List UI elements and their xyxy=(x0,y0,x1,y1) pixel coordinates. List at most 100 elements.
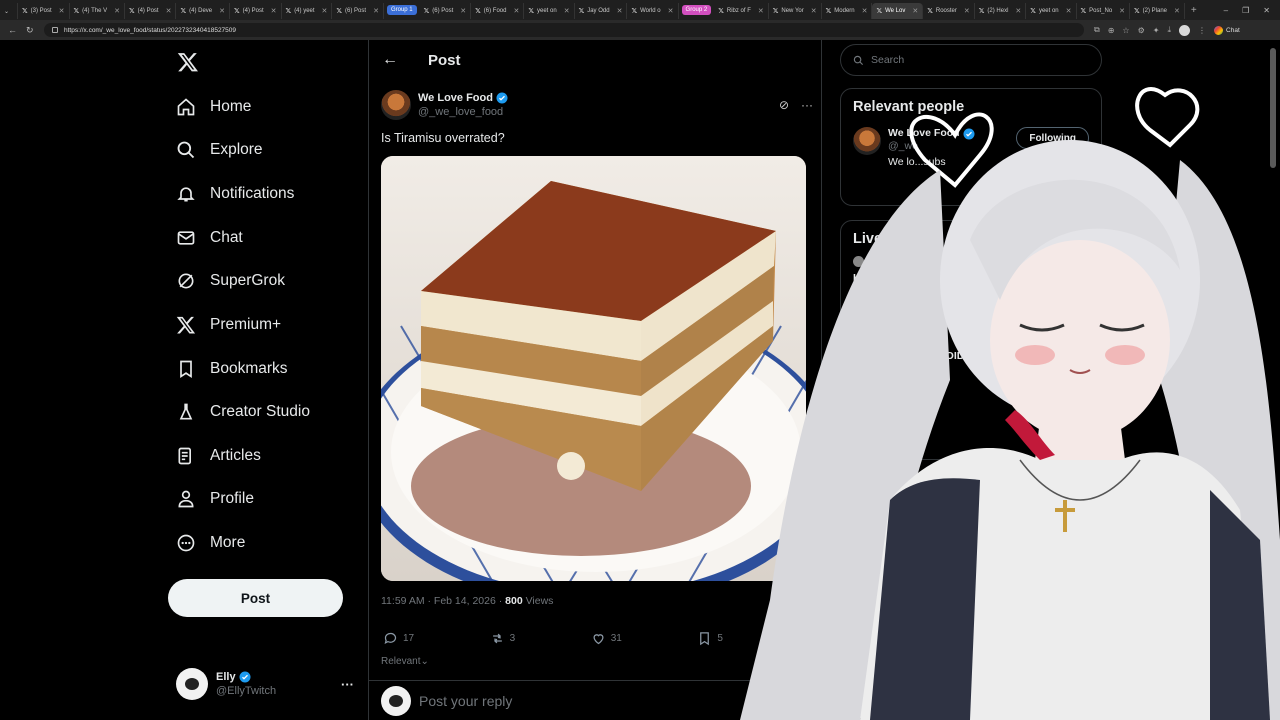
close-tab-icon[interactable]: ✕ xyxy=(1066,7,1072,15)
extension-icon[interactable]: ⚙ xyxy=(1138,26,1145,35)
browser-tab[interactable]: 𝕏 New Yor ✕ xyxy=(769,3,822,19)
sidebar-item-more[interactable]: More xyxy=(176,528,245,558)
close-tab-icon[interactable]: ✕ xyxy=(964,7,970,15)
back-icon[interactable]: ← xyxy=(8,25,17,36)
sidebar-item-home[interactable]: Home xyxy=(176,92,251,122)
browser-tab[interactable]: 𝕏 (2) Plane ✕ xyxy=(1130,3,1185,19)
browser-tab[interactable]: 𝕏 Ribz of F ✕ xyxy=(714,3,769,19)
close-tab-icon[interactable]: ✕ xyxy=(912,7,918,15)
sidebar-item-explore[interactable]: Explore xyxy=(176,135,263,165)
reply-input[interactable] xyxy=(419,692,719,709)
back-arrow-icon[interactable]: ← xyxy=(382,51,398,69)
browser-tab[interactable]: 𝕏 (4) Post ✕ xyxy=(230,3,282,19)
sidebar-item-chat[interactable]: Chat xyxy=(176,223,243,253)
browser-tab[interactable]: 𝕏yeet on ✕ xyxy=(524,3,575,19)
sidebar-item-premium[interactable]: Premium+ xyxy=(176,310,281,340)
install-icon[interactable]: ⧉ xyxy=(1094,25,1100,35)
close-tab-icon[interactable]: ✕ xyxy=(271,7,277,15)
search-input[interactable]: Search xyxy=(840,44,1102,76)
browser-tab[interactable]: 𝕏 World o ✕ xyxy=(627,3,679,19)
sidebar-item-articles[interactable]: Articles xyxy=(176,441,261,471)
close-window-icon[interactable]: ✕ xyxy=(1263,6,1270,15)
close-tab-icon[interactable]: ✕ xyxy=(811,7,817,15)
like-button[interactable]: 31 xyxy=(591,631,622,646)
post-image[interactable] xyxy=(381,156,806,581)
sidebar-item-profile[interactable]: Profile xyxy=(176,484,254,514)
view-quotes-link[interactable]: View q xyxy=(781,656,811,667)
close-tab-icon[interactable]: ✕ xyxy=(1015,7,1021,15)
reply-button[interactable]: 17 xyxy=(383,631,414,646)
tab-group-1-chip[interactable]: Group 1 xyxy=(386,5,417,15)
author-avatar[interactable] xyxy=(381,90,411,120)
new-tab-button[interactable]: + xyxy=(1185,5,1203,16)
puzzle-icon[interactable]: ✦ xyxy=(1153,26,1160,35)
page-scrollbar[interactable] xyxy=(1270,48,1276,168)
download-icon[interactable]: ⤓ xyxy=(1167,25,1171,35)
live-item[interactable]: Dan High q xyxy=(841,247,1101,286)
close-tab-icon[interactable]: ✕ xyxy=(1174,7,1180,15)
sidebar-item-label: Chat xyxy=(210,229,243,246)
close-tab-icon[interactable]: ✕ xyxy=(617,7,623,15)
close-tab-icon[interactable]: ✕ xyxy=(460,7,466,15)
close-tab-icon[interactable]: ✕ xyxy=(322,7,328,15)
more-dots-icon[interactable]: ··· xyxy=(801,98,813,112)
sidebar-item-notifications[interactable]: Notifications xyxy=(176,179,294,209)
site-info-icon[interactable] xyxy=(52,27,58,33)
close-tab-icon[interactable]: ✕ xyxy=(59,7,65,15)
star-icon[interactable]: ☆ xyxy=(1122,26,1129,35)
sidebar-item-bookmarks[interactable]: Bookmarks xyxy=(176,354,288,384)
close-tab-icon[interactable]: ✕ xyxy=(373,7,379,15)
relevant-person-row[interactable]: We Love Food @_we We lo...subs Following xyxy=(841,115,1101,169)
author-name-row[interactable]: We Love Food xyxy=(418,91,508,105)
bookmark-button[interactable]: 5 xyxy=(697,631,723,646)
browser-tab[interactable]: 𝕏yeet on ✕ xyxy=(1026,3,1077,19)
live-item[interactable]: ...ing ...na 🤍🎧 NTE ...VOID - ... xyxy=(841,325,1101,364)
browser-tab[interactable]: 𝕏 (4) Deve ✕ xyxy=(176,3,231,19)
close-tab-icon[interactable]: ✕ xyxy=(1119,7,1125,15)
post-button[interactable]: Post xyxy=(168,579,343,617)
browser-tab[interactable]: 𝕏 (6) Post ✕ xyxy=(332,3,384,19)
browser-tab[interactable]: 𝕏 Post_No ✕ xyxy=(1077,3,1131,19)
account-switcher[interactable]: Elly @EllyTwitch ··· xyxy=(176,664,358,704)
sidebar-item-supergrok[interactable]: SuperGrok xyxy=(176,266,285,296)
close-tab-icon[interactable]: ✕ xyxy=(668,7,674,15)
post-timestamp[interactable]: 11:59 AM · Feb 14, 2026 · xyxy=(381,595,505,607)
x-logo-icon[interactable] xyxy=(177,51,199,73)
tab-list-button[interactable]: ⌄ xyxy=(0,3,18,19)
menu-icon[interactable]: ⋮ xyxy=(1198,26,1206,35)
close-tab-icon[interactable]: ✕ xyxy=(166,7,172,15)
maximize-icon[interactable]: ❐ xyxy=(1242,6,1249,15)
browser-tab[interactable]: 𝕏 (4) Post ✕ xyxy=(125,3,177,19)
profile-avatar[interactable] xyxy=(1179,24,1191,36)
sidebar-item-creator-studio[interactable]: Creator Studio xyxy=(176,397,310,427)
following-button[interactable]: Following xyxy=(1016,127,1089,149)
browser-tab[interactable]: 𝕏 Jay Odd ✕ xyxy=(575,3,628,19)
minimize-icon[interactable]: – xyxy=(1224,6,1228,15)
browser-tab[interactable]: 𝕏 We Lov ✕ xyxy=(872,3,924,19)
close-tab-icon[interactable]: ✕ xyxy=(114,7,120,15)
zoom-icon[interactable]: ⊕ xyxy=(1108,26,1115,35)
browser-tab[interactable]: 𝕏 (4) The V ✕ xyxy=(70,3,125,19)
reload-icon[interactable]: ↻ xyxy=(26,25,34,36)
close-tab-icon[interactable]: ✕ xyxy=(564,7,570,15)
gemini-chat-button[interactable]: Chat xyxy=(1214,25,1240,35)
more-dots-icon[interactable]: ··· xyxy=(341,677,354,692)
browser-tab[interactable]: 𝕏 Modern ✕ xyxy=(822,3,873,19)
close-tab-icon[interactable]: ✕ xyxy=(219,7,225,15)
repost-button[interactable]: 3 xyxy=(490,631,515,646)
tab-group-2-chip[interactable]: Group 2 xyxy=(681,5,712,15)
grok-icon[interactable]: ⊘ xyxy=(779,98,789,112)
browser-tab[interactable]: 𝕏 (6) Food ✕ xyxy=(471,3,525,19)
browser-tab[interactable]: 𝕏 (3) Post ✕ xyxy=(18,3,70,19)
browser-tab[interactable]: 𝕏 (4) yeet ✕ xyxy=(282,3,333,19)
sort-dropdown[interactable]: Relevant⌄ xyxy=(381,656,429,667)
browser-tab[interactable]: 𝕏 Rooster ✕ xyxy=(923,3,975,19)
url-field[interactable]: https://x.com/_we_love_food/status/20227… xyxy=(44,23,1084,37)
live-item[interactable]: vi...arc NEW...HAPPY S AW...AY 🤍 xyxy=(841,286,1101,325)
close-tab-icon[interactable]: ✕ xyxy=(513,7,519,15)
author-handle[interactable]: @_we_love_food xyxy=(418,105,508,119)
browser-tab[interactable]: 𝕏 (2) Hexl ✕ xyxy=(975,3,1027,19)
close-tab-icon[interactable]: ✕ xyxy=(862,7,868,15)
close-tab-icon[interactable]: ✕ xyxy=(758,7,764,15)
browser-tab[interactable]: 𝕏 (6) Post ✕ xyxy=(420,3,472,19)
